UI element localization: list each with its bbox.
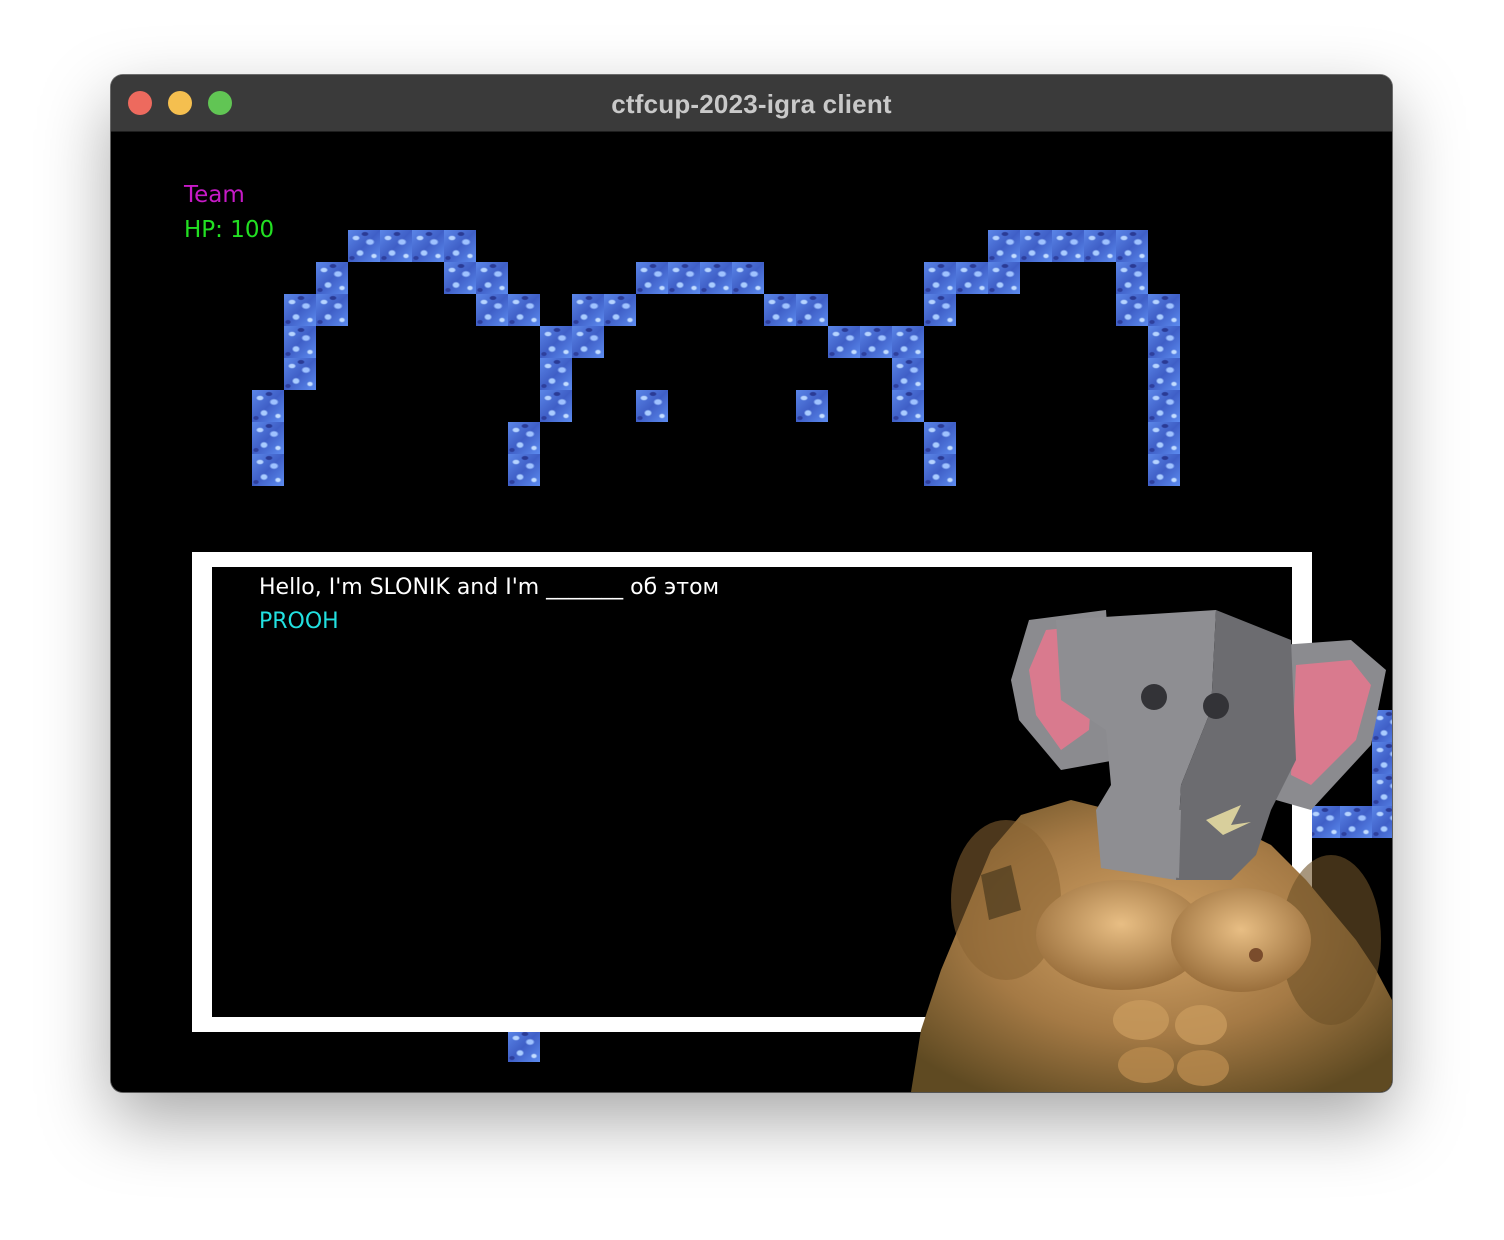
ab-shape xyxy=(1118,1047,1174,1083)
game-canvas[interactable]: Team HP: 100 Hello, I'm SLONIK and I'm _… xyxy=(111,132,1392,1092)
stone-tile xyxy=(1148,326,1180,358)
stone-tile xyxy=(508,294,540,326)
stone-tile xyxy=(1116,230,1148,262)
stone-tile xyxy=(764,294,796,326)
right-eye-shape xyxy=(1203,693,1229,719)
stone-tile xyxy=(508,454,540,486)
stone-tile xyxy=(796,294,828,326)
right-pec-shape xyxy=(1171,888,1311,992)
stone-tile xyxy=(604,294,636,326)
stone-tile xyxy=(412,230,444,262)
ab-shape xyxy=(1177,1050,1229,1086)
stone-tile xyxy=(956,262,988,294)
elephant-head-muscular-body-icon xyxy=(911,610,1392,1092)
stone-tile xyxy=(988,230,1020,262)
stone-tile xyxy=(1052,230,1084,262)
hud-team-label: Team xyxy=(184,182,245,208)
stone-tile xyxy=(636,390,668,422)
stone-tile xyxy=(892,390,924,422)
stone-tile xyxy=(700,262,732,294)
dialog-message: Hello, I'm SLONIK and I'm _______ об это… xyxy=(259,575,720,600)
stone-tile xyxy=(444,230,476,262)
stone-tile xyxy=(1116,294,1148,326)
stone-tile xyxy=(1148,390,1180,422)
stone-tile xyxy=(508,1030,540,1062)
stone-tile xyxy=(636,262,668,294)
ab-shape xyxy=(1175,1005,1227,1045)
stone-tile xyxy=(988,262,1020,294)
stone-tile xyxy=(540,390,572,422)
stone-tile xyxy=(348,230,380,262)
nipple-shape xyxy=(1249,948,1263,962)
stone-tile xyxy=(1116,262,1148,294)
stone-tile xyxy=(476,294,508,326)
app-window: ctfcup-2023-igra client Team HP: 100 Hel… xyxy=(111,75,1392,1092)
stone-tile xyxy=(316,262,348,294)
trunk-shape xyxy=(1101,810,1181,878)
stone-tile xyxy=(540,326,572,358)
stone-tile xyxy=(284,294,316,326)
stone-tile xyxy=(252,390,284,422)
stone-tile xyxy=(1148,358,1180,390)
stone-tile xyxy=(668,262,700,294)
stone-tile xyxy=(252,454,284,486)
left-eye-shape xyxy=(1141,684,1167,710)
stone-tile xyxy=(572,326,604,358)
stone-tile xyxy=(924,294,956,326)
stone-tile xyxy=(732,262,764,294)
stone-tile xyxy=(924,454,956,486)
hud-hp-label: HP: 100 xyxy=(184,217,275,243)
stone-tile xyxy=(860,326,892,358)
stone-tile xyxy=(1148,454,1180,486)
stone-tile xyxy=(828,326,860,358)
dialog-speaker-name: PROOH xyxy=(259,609,339,634)
window-title: ctfcup-2023-igra client xyxy=(611,89,892,119)
stone-tile xyxy=(316,294,348,326)
stone-tile xyxy=(444,262,476,294)
stone-tile xyxy=(924,422,956,454)
stone-tile xyxy=(284,326,316,358)
stone-tile xyxy=(508,422,540,454)
stone-tile xyxy=(796,390,828,422)
stone-tile xyxy=(380,230,412,262)
stone-tile xyxy=(1084,230,1116,262)
ab-shape xyxy=(1113,1000,1169,1040)
stone-tile xyxy=(284,358,316,390)
stone-tile xyxy=(476,262,508,294)
stone-tile xyxy=(892,358,924,390)
stone-tile xyxy=(892,326,924,358)
stone-tile xyxy=(924,262,956,294)
stone-tile xyxy=(540,358,572,390)
stone-tile xyxy=(1148,422,1180,454)
title-bar[interactable]: ctfcup-2023-igra client xyxy=(111,75,1392,132)
stone-tile xyxy=(1020,230,1052,262)
stone-tile xyxy=(252,422,284,454)
stone-tile xyxy=(1148,294,1180,326)
stone-tile xyxy=(572,294,604,326)
